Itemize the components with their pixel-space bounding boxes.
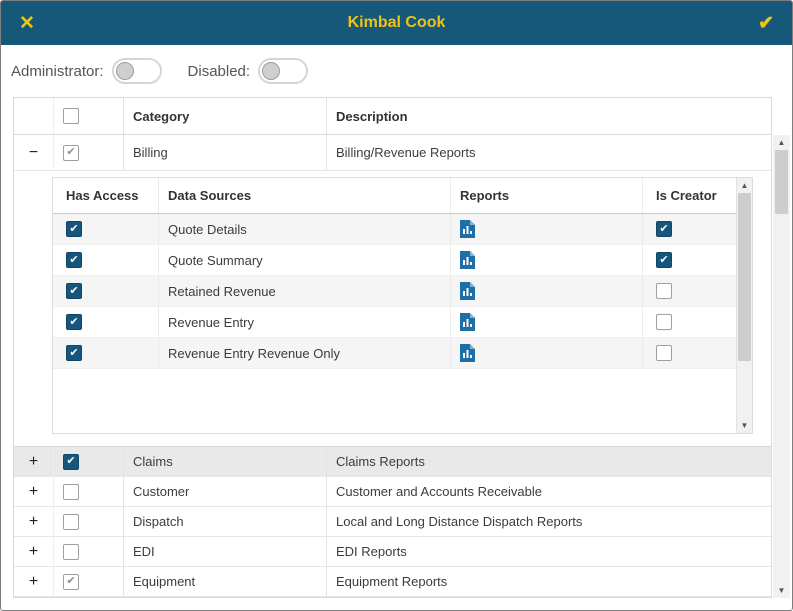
expand-icon[interactable]: + (29, 573, 38, 590)
page-title: Kimbal Cook (347, 14, 446, 31)
scrollbar-track[interactable]: ▲ ▼ (773, 135, 790, 598)
has-access-checkbox[interactable] (66, 252, 82, 268)
category-cell: Customer (124, 477, 327, 506)
report-icon[interactable] (460, 251, 475, 269)
billing-detail-panel: Has Access Data Sources Reports Is Creat… (14, 171, 771, 447)
data-source-row[interactable]: Quote Details (53, 214, 736, 245)
category-cell: Dispatch (124, 507, 327, 536)
reports-column-header[interactable]: Reports (451, 178, 643, 213)
category-row-claims[interactable]: + Claims Claims Reports (14, 447, 771, 477)
scrollbar-thumb[interactable] (775, 150, 788, 214)
scrollbar-spacer (773, 97, 790, 135)
category-row-equipment[interactable]: + Equipment Equipment Reports (14, 567, 771, 597)
data-source-name: Quote Summary (159, 245, 451, 275)
category-checkbox[interactable] (63, 453, 79, 470)
has-access-checkbox[interactable] (66, 283, 82, 299)
toggle-knob (262, 62, 281, 80)
data-source-name: Revenue Entry Revenue Only (159, 338, 451, 368)
data-sources-grid-body: Has Access Data Sources Reports Is Creat… (53, 178, 736, 433)
category-checkbox[interactable] (63, 483, 79, 500)
disabled-toggle[interactable] (258, 58, 309, 84)
data-source-row[interactable]: Quote Summary (53, 245, 736, 276)
report-icon[interactable] (460, 344, 475, 362)
sub-grid-filler (53, 369, 736, 433)
is-creator-column-header[interactable]: Is Creator (643, 178, 736, 213)
data-sources-column-header[interactable]: Data Sources (159, 178, 451, 213)
sub-grid-header-row: Has Access Data Sources Reports Is Creat… (53, 178, 736, 214)
category-row-billing[interactable]: − Billing Billing/Revenue Reports (14, 135, 771, 171)
scrollbar-thumb[interactable] (738, 193, 751, 361)
category-row-customer[interactable]: + Customer Customer and Accounts Receiva… (14, 477, 771, 507)
category-checkbox[interactable] (63, 144, 79, 161)
category-cell: Billing (124, 135, 327, 170)
scroll-up-icon[interactable]: ▲ (737, 178, 752, 193)
scroll-down-icon[interactable]: ▼ (737, 418, 752, 433)
categories-grid-area: Category Description − Billing Billing/R… (13, 97, 790, 598)
data-source-row[interactable]: Revenue Entry (53, 307, 736, 338)
main-grid-scrollbar[interactable]: ▲ ▼ (773, 97, 790, 598)
toggle-knob (115, 62, 134, 80)
description-cell: Customer and Accounts Receivable (336, 484, 542, 499)
select-all-checkbox[interactable] (63, 108, 79, 124)
dialog-window: ✕ Kimbal Cook ✔ Administrator: Disabled:… (0, 0, 793, 611)
category-column-header[interactable]: Category (124, 98, 327, 134)
collapse-icon[interactable]: − (29, 144, 38, 161)
expand-column-header (14, 98, 54, 134)
description-cell: Equipment Reports (336, 574, 448, 589)
administrator-label: Administrator: (11, 62, 104, 80)
category-row-dispatch[interactable]: + Dispatch Local and Long Distance Dispa… (14, 507, 771, 537)
report-icon[interactable] (460, 220, 475, 238)
data-source-row[interactable]: Revenue Entry Revenue Only (53, 338, 736, 369)
category-checkbox[interactable] (63, 573, 79, 590)
category-cell: Claims (124, 447, 327, 476)
description-cell: Billing/Revenue Reports (336, 145, 476, 160)
has-access-checkbox[interactable] (66, 345, 82, 361)
toggle-row: Administrator: Disabled: (1, 45, 792, 97)
description-cell: Claims Reports (336, 454, 425, 469)
report-icon[interactable] (460, 313, 475, 331)
administrator-toggle[interactable] (111, 58, 162, 84)
expand-icon[interactable]: + (29, 543, 38, 560)
has-access-column-header[interactable]: Has Access (53, 178, 159, 213)
title-bar: ✕ Kimbal Cook ✔ (1, 1, 792, 45)
disabled-label: Disabled: (187, 62, 251, 80)
category-cell: Equipment (124, 567, 327, 596)
category-cell: EDI (124, 537, 327, 566)
scroll-down-icon[interactable]: ▼ (773, 583, 790, 598)
data-sources-grid: Has Access Data Sources Reports Is Creat… (52, 177, 753, 434)
is-creator-checkbox[interactable] (656, 252, 672, 268)
expand-icon[interactable]: + (29, 453, 38, 470)
grid-header-row: Category Description (14, 98, 771, 135)
report-icon[interactable] (460, 282, 475, 300)
category-checkbox[interactable] (63, 543, 79, 560)
data-source-name: Quote Details (159, 214, 451, 244)
scroll-up-icon[interactable]: ▲ (773, 135, 790, 150)
is-creator-checkbox[interactable] (656, 283, 672, 299)
has-access-checkbox[interactable] (66, 221, 82, 237)
confirm-icon[interactable]: ✔ (758, 14, 774, 33)
expand-icon[interactable]: + (29, 483, 38, 500)
data-source-name: Retained Revenue (159, 276, 451, 306)
is-creator-checkbox[interactable] (656, 345, 672, 361)
close-icon[interactable]: ✕ (19, 14, 35, 33)
description-cell: Local and Long Distance Dispatch Reports (336, 514, 583, 529)
category-checkbox[interactable] (63, 513, 79, 530)
select-all-cell (54, 98, 124, 134)
data-source-row[interactable]: Retained Revenue (53, 276, 736, 307)
data-source-name: Revenue Entry (159, 307, 451, 337)
has-access-checkbox[interactable] (66, 314, 82, 330)
is-creator-checkbox[interactable] (656, 314, 672, 330)
expand-icon[interactable]: + (29, 513, 38, 530)
categories-grid: Category Description − Billing Billing/R… (13, 97, 772, 598)
description-column-header[interactable]: Description (327, 98, 771, 134)
sub-grid-scrollbar[interactable]: ▲ ▼ (736, 178, 752, 433)
is-creator-checkbox[interactable] (656, 221, 672, 237)
category-row-edi[interactable]: + EDI EDI Reports (14, 537, 771, 567)
description-cell: EDI Reports (336, 544, 407, 559)
